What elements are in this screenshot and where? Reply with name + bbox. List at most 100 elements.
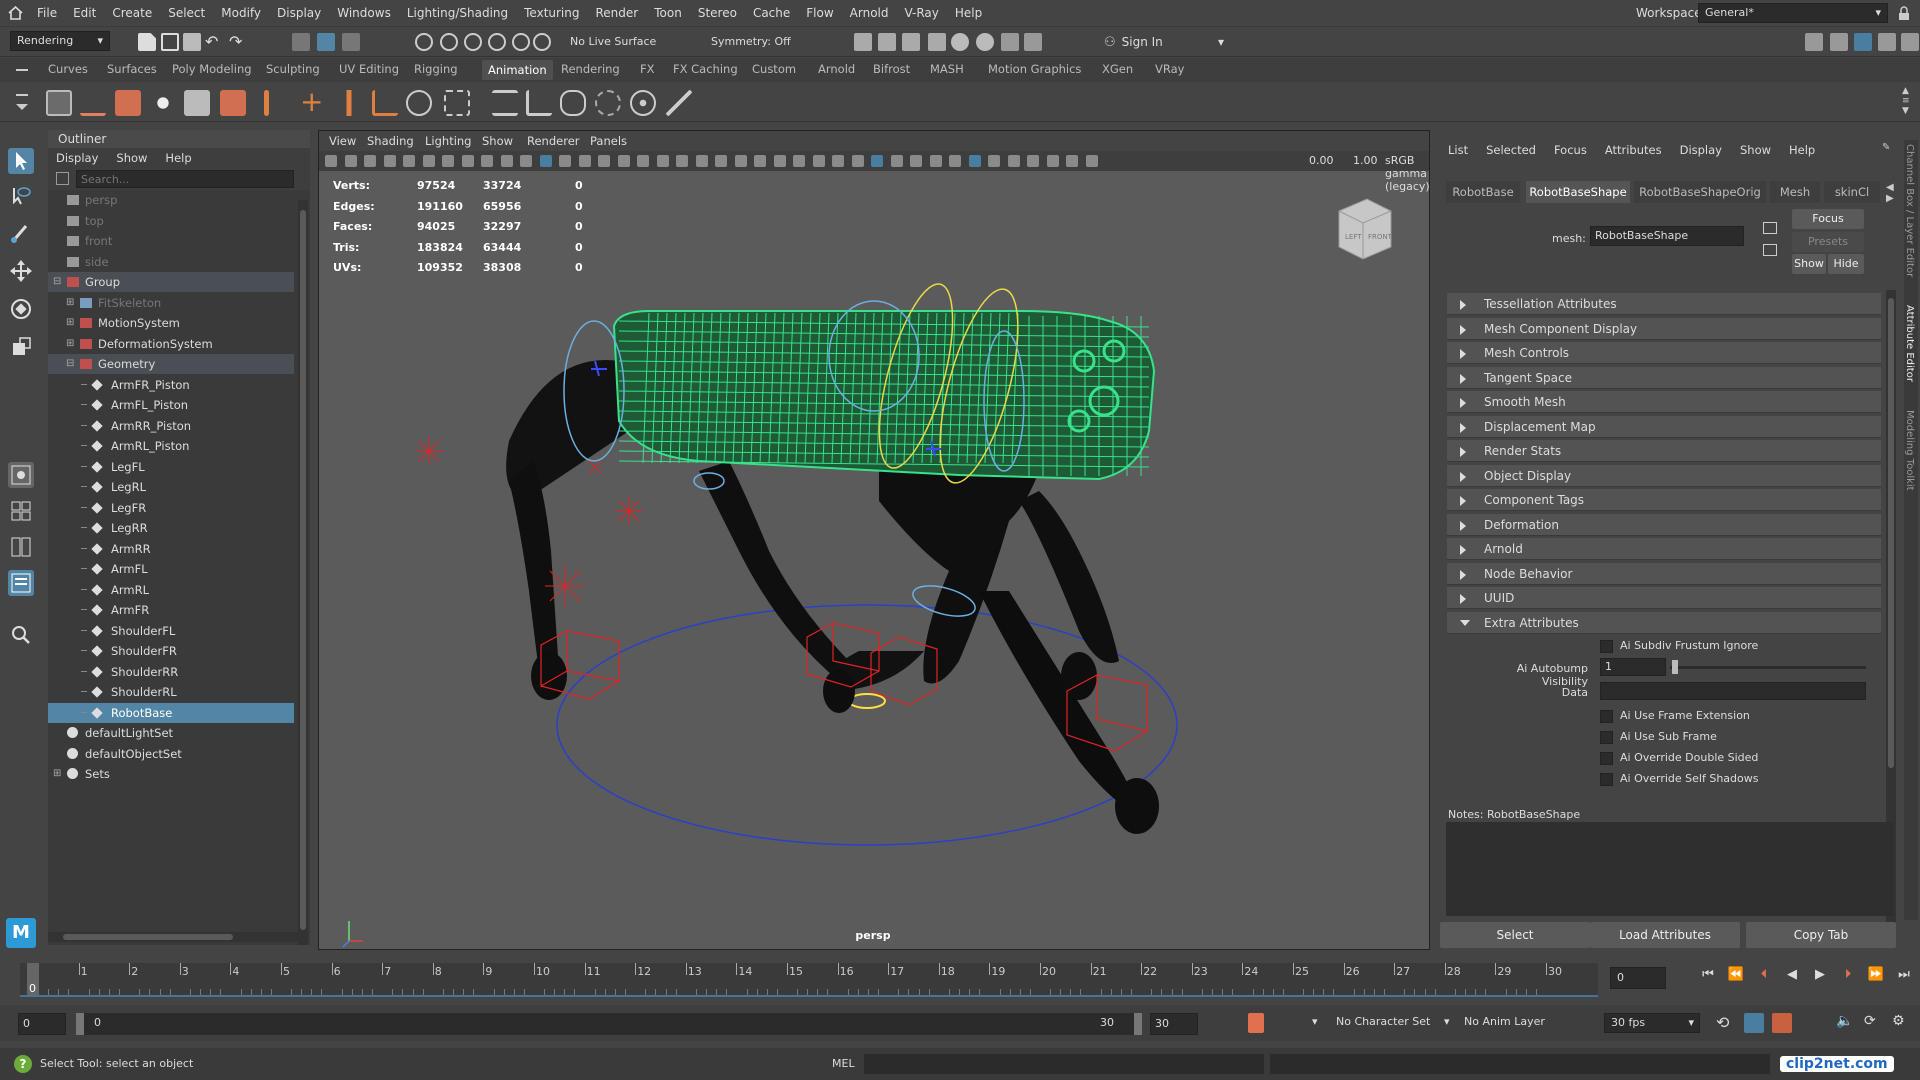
new-scene-icon[interactable] (138, 33, 156, 51)
menu-flow[interactable]: Flow (798, 0, 841, 27)
ae-section-mesh-component-display[interactable]: Mesh Component Display (1447, 317, 1881, 340)
viewport-tool-icon[interactable] (442, 155, 454, 167)
sign-in-button[interactable]: ⚇ Sign In ▾ (1104, 32, 1224, 52)
attribute-editor-icon[interactable] (1854, 33, 1872, 51)
menu-render[interactable]: Render (588, 0, 647, 27)
viewport-tool-icon[interactable] (520, 155, 532, 167)
viewport-tool-icon[interactable] (578, 155, 591, 167)
ipr-render-icon[interactable] (902, 33, 920, 51)
viewport-tool-icon[interactable] (500, 155, 513, 167)
shelf-options-icon[interactable] (16, 94, 28, 96)
render-settings-icon[interactable] (928, 33, 946, 51)
ae-tab[interactable]: Mesh (1770, 181, 1820, 203)
point-constraint-icon[interactable] (492, 90, 518, 116)
menu-lighting-shading[interactable]: Lighting/Shading (399, 0, 516, 27)
sound-icon[interactable]: 🔈 (1836, 1013, 1853, 1029)
copy-tab-button[interactable]: Copy Tab (1746, 922, 1896, 948)
viewport-tool-icon[interactable] (1046, 155, 1059, 167)
outliner-layout-icon[interactable] (8, 570, 34, 596)
outliner-item[interactable]: ArmFR_Piston (48, 375, 294, 395)
viewport-tool-icon[interactable] (325, 155, 337, 167)
shelf-tab-mash[interactable]: MASH (930, 62, 964, 76)
outliner-item[interactable]: ⊟ Group (48, 272, 294, 292)
outliner-item[interactable]: persp (48, 190, 294, 210)
cluster-icon[interactable] (444, 90, 470, 116)
side-tab-channel-box[interactable]: Channel Box / Layer Editor (1904, 144, 1915, 277)
viewport-menu-show[interactable]: Show (482, 134, 513, 148)
shelf-tab-motion-graphics[interactable]: Motion Graphics (988, 62, 1081, 76)
outliner-item[interactable]: defaultLightSet (48, 723, 294, 743)
menu-cache[interactable]: Cache (745, 0, 798, 27)
outliner-menu-display[interactable]: Display (56, 151, 98, 165)
viewport-tool-icon[interactable] (559, 155, 571, 167)
snap-surface-icon[interactable] (512, 33, 530, 51)
viewport-tool-icon[interactable] (734, 155, 747, 167)
menu-edit[interactable]: Edit (65, 0, 104, 27)
pole-vector-icon[interactable] (666, 90, 692, 116)
viewport-tool-icon[interactable] (383, 155, 396, 167)
outliner-item[interactable]: ArmRR_Piston (48, 416, 294, 436)
select-button[interactable]: Select (1440, 922, 1590, 948)
viewport-tool-icon[interactable] (871, 155, 883, 167)
menu-windows[interactable]: Windows (329, 0, 399, 27)
outliner-search-input[interactable] (76, 170, 294, 188)
play-backwards-icon[interactable]: ◀ (1778, 967, 1806, 982)
use-sub-frame-checkbox[interactable] (1600, 731, 1613, 744)
use-frame-extension-checkbox[interactable] (1600, 710, 1613, 723)
shelf-scroll-icon[interactable]: ▲ ≡ ▼ (1902, 86, 1910, 116)
viewport-tool-icon[interactable] (851, 155, 864, 167)
scene-view[interactable]: LEFT FRONT (319, 171, 1429, 949)
collapse-icon[interactable]: ⊟ (53, 272, 61, 292)
outliner-menu-show[interactable]: Show (116, 151, 147, 165)
two-view-layout-icon[interactable] (8, 534, 34, 560)
key-settings-icon[interactable]: ⚙ (1892, 1013, 1905, 1029)
outliner-hscrollbar[interactable] (48, 932, 298, 942)
character-controls-icon[interactable] (1830, 33, 1848, 51)
outliner-item[interactable]: LegRL (48, 477, 294, 497)
single-view-layout-icon[interactable] (8, 462, 34, 488)
viewport-menu-lighting[interactable]: Lighting (425, 134, 471, 148)
menu-file[interactable]: File (29, 0, 65, 27)
ae-section-displacement-map[interactable]: Displacement Map (1447, 415, 1881, 438)
play-forwards-icon[interactable]: ▶ (1806, 967, 1834, 982)
render-view-icon[interactable] (976, 33, 994, 51)
shelf-tab-fx[interactable]: FX (640, 62, 655, 76)
home-icon[interactable] (8, 5, 23, 20)
tool-settings-icon[interactable] (1878, 33, 1896, 51)
menu-display[interactable]: Display (269, 0, 329, 27)
unghost-icon[interactable] (184, 90, 210, 116)
snap-grid-icon[interactable] (415, 33, 433, 51)
viewport-tool-icon[interactable] (793, 155, 805, 167)
viewport-tool-icon[interactable] (1007, 155, 1020, 167)
outliner-item[interactable]: ⊟ Geometry (48, 354, 294, 374)
open-scene-icon[interactable] (161, 33, 179, 51)
ae-menu-attributes[interactable]: Attributes (1605, 143, 1662, 157)
orient-constraint-icon[interactable] (560, 90, 586, 116)
render-region-icon[interactable] (854, 33, 872, 51)
side-tab-modeling-toolkit[interactable]: Modeling Toolkit (1904, 410, 1915, 491)
bind-skin-icon[interactable] (406, 90, 432, 116)
viewport-tool-icon[interactable] (481, 155, 493, 167)
viewport-tool-icon[interactable] (812, 155, 825, 167)
notes-textarea[interactable] (1446, 822, 1894, 916)
ae-section-tangent-space[interactable]: Tangent Space (1447, 366, 1881, 389)
ae-menu-display[interactable]: Display (1680, 143, 1722, 157)
mesh-name-field[interactable]: RobotBaseShape (1590, 226, 1744, 246)
expand-icon[interactable]: ⊞ (66, 313, 74, 333)
outliner-item[interactable]: front (48, 231, 294, 251)
menu-texturing[interactable]: Texturing (516, 0, 587, 27)
shelf-tab-rigging[interactable]: Rigging (414, 62, 458, 76)
viewport-tool-icon[interactable] (949, 155, 961, 167)
ik-handle-icon[interactable] (336, 90, 362, 116)
ae-section-object-display[interactable]: Object Display (1447, 464, 1881, 487)
gamma-value[interactable]: 1.00 (1353, 154, 1378, 167)
ae-section-extra-attributes[interactable]: Extra Attributes (1447, 611, 1881, 634)
shelf-tab-bifrost[interactable]: Bifrost (873, 62, 910, 76)
subdiv-frustum-ignore-checkbox[interactable] (1600, 640, 1613, 653)
shelf-tab-arnold[interactable]: Arnold (818, 62, 855, 76)
expand-icon[interactable]: ⊞ (66, 293, 74, 313)
outliner-item[interactable]: ArmFL_Piston (48, 395, 294, 415)
symmetry-dropdown[interactable]: Symmetry: Off (711, 35, 791, 48)
rotate-tool-icon[interactable] (8, 296, 34, 322)
step-forward-key-icon[interactable]: ⏩ (1862, 967, 1890, 982)
